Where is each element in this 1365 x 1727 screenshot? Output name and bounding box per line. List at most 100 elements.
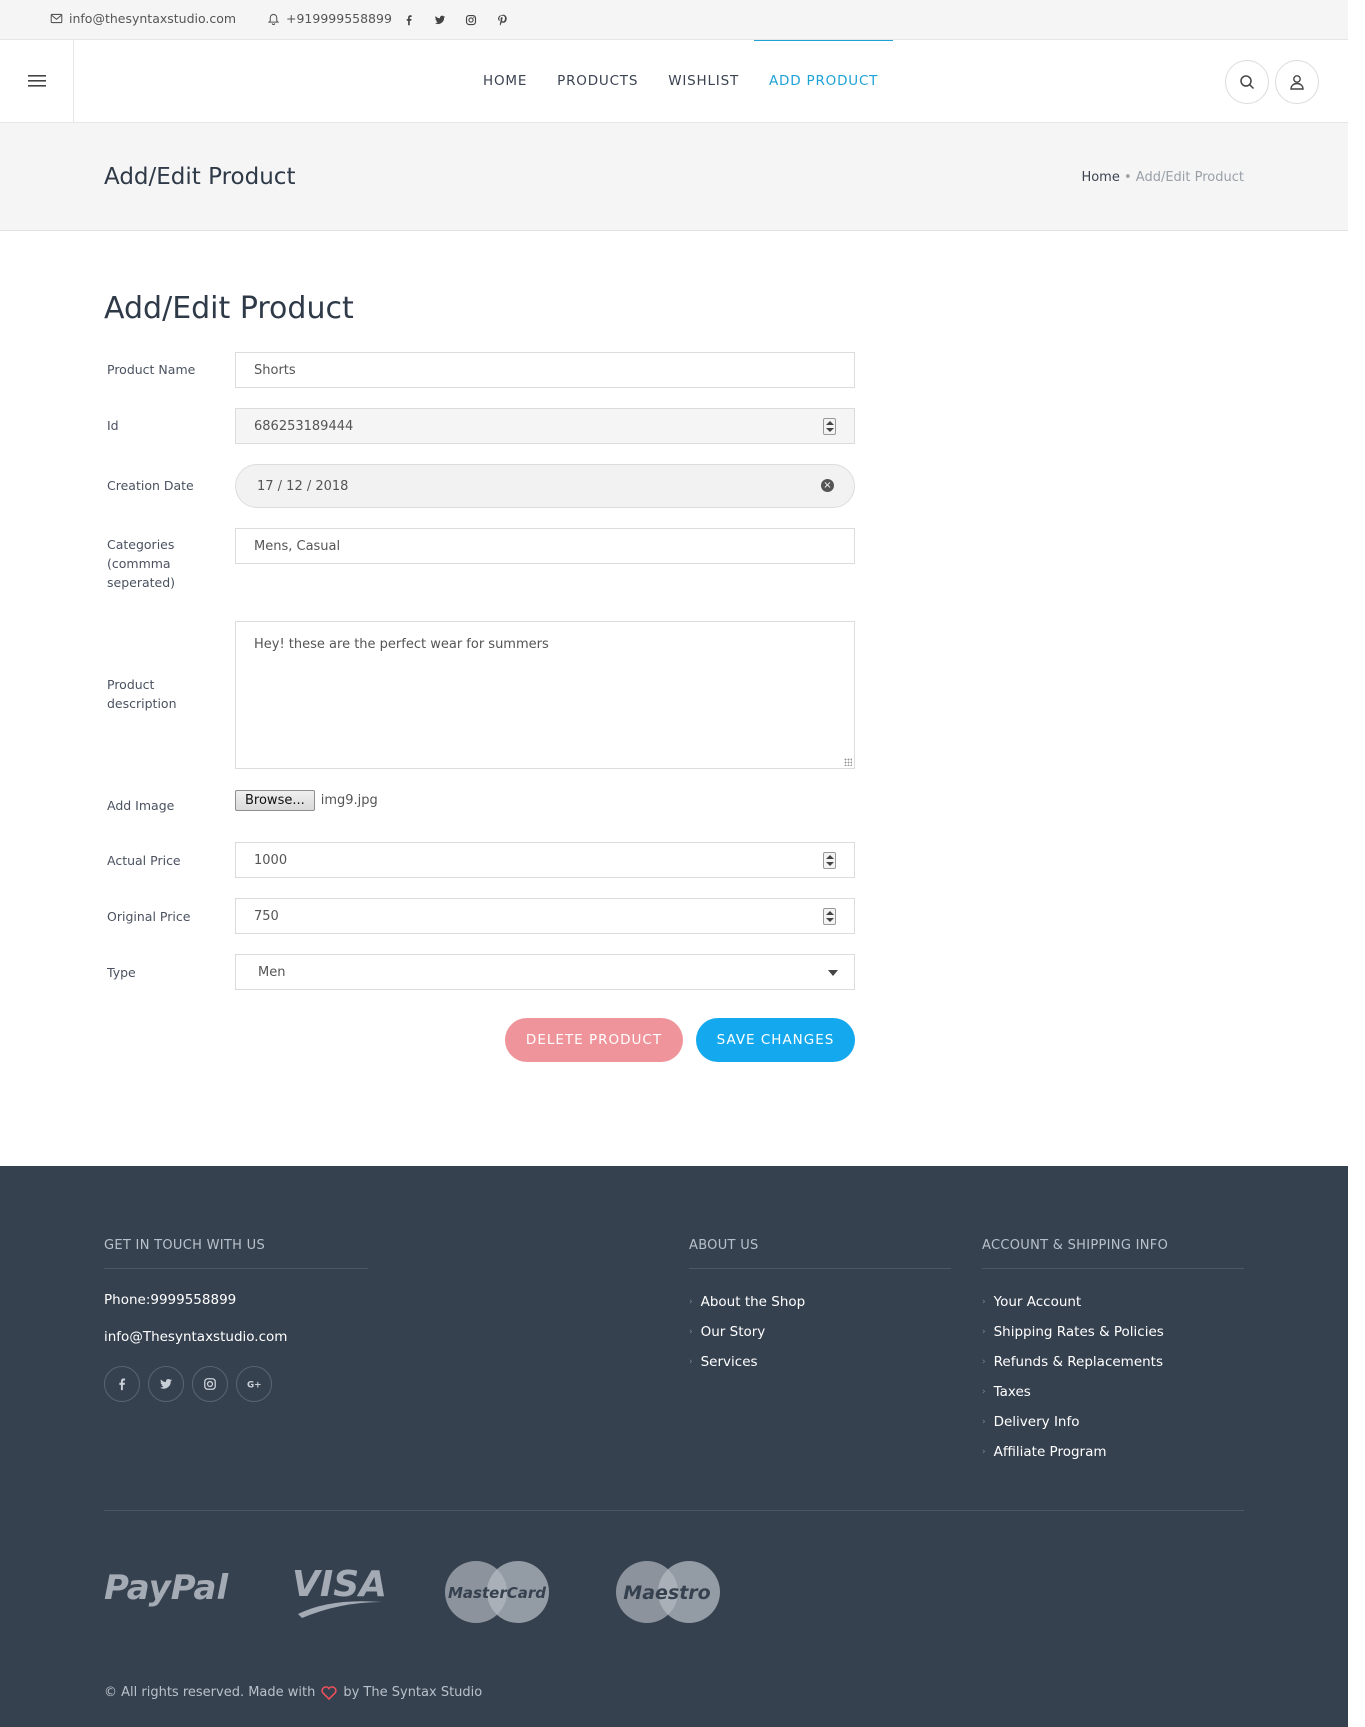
twitter-icon[interactable]: [148, 1366, 184, 1402]
footer-link-affiliate[interactable]: › Affiliate Program: [982, 1444, 1107, 1460]
save-changes-button[interactable]: SAVE CHANGES: [696, 1018, 855, 1062]
footer-link-label: Refunds & Replacements: [993, 1354, 1164, 1370]
footer-about-title: ABOUT US: [689, 1238, 759, 1253]
visa-logo-text: VISA: [292, 1564, 387, 1605]
breadcrumb-home[interactable]: Home: [1081, 170, 1119, 185]
description-textarea[interactable]: Hey! these are the perfect wear for summ…: [235, 621, 855, 769]
instagram-icon[interactable]: [192, 1366, 228, 1402]
creation-date-input[interactable]: 17 / 12 / 2018 ×: [235, 464, 855, 508]
search-button[interactable]: [1225, 60, 1269, 104]
search-icon: [1240, 75, 1255, 90]
pinterest-icon[interactable]: [496, 11, 514, 29]
actual-price-value: 1000: [254, 852, 288, 868]
actual-price-label: Actual Price: [107, 853, 181, 868]
nav-products[interactable]: PRODUCTS: [542, 40, 653, 122]
footer-link-label: Shipping Rates & Policies: [993, 1324, 1164, 1340]
creation-date-value: 17 / 12 / 2018: [257, 478, 349, 494]
topbar-phone[interactable]: +919999558899: [267, 11, 392, 26]
type-select[interactable]: Men: [235, 954, 855, 990]
resize-handle-icon[interactable]: [844, 758, 852, 766]
copyright-suffix: by The Syntax Studio: [343, 1685, 483, 1700]
footer-link-your-account[interactable]: › Your Account: [982, 1294, 1081, 1310]
add-image-label: Add Image: [107, 798, 175, 813]
breadcrumb-current: Add/Edit Product: [1135, 170, 1244, 185]
maestro-logo-text: Maestro: [623, 1582, 710, 1604]
categories-label: Categories (commma seperated): [107, 537, 176, 590]
footer-link-label: Affiliate Program: [993, 1444, 1107, 1460]
page-title: Add/Edit Product: [104, 164, 296, 190]
product-name-input[interactable]: Shorts: [235, 352, 855, 388]
instagram-icon[interactable]: [465, 11, 483, 29]
original-price-spinner[interactable]: [823, 908, 836, 925]
nav-add-product[interactable]: ADD PRODUCT: [754, 40, 894, 122]
facebook-icon[interactable]: [104, 1366, 140, 1402]
hamburger-icon: [27, 75, 46, 87]
form-title: Add/Edit Product: [104, 291, 354, 326]
footer-email[interactable]: info@Thesyntaxstudio.com: [104, 1329, 287, 1345]
footer-link-delivery[interactable]: › Delivery Info: [982, 1414, 1080, 1430]
browse-button[interactable]: Browse...: [235, 790, 315, 811]
account-button[interactable]: [1275, 60, 1319, 104]
footer-link-taxes[interactable]: › Taxes: [982, 1384, 1031, 1400]
description-value: Hey! these are the perfect wear for summ…: [254, 637, 549, 652]
footer-social: G+: [104, 1366, 272, 1402]
topbar-email[interactable]: info@thesyntaxstudio.com: [50, 11, 236, 26]
chevron-right-icon: ›: [982, 1417, 986, 1427]
chevron-right-icon: ›: [982, 1327, 986, 1337]
chevron-right-icon: ›: [982, 1357, 986, 1367]
categories-value: Mens, Casual: [254, 538, 341, 554]
footer-link-shipping[interactable]: › Shipping Rates & Policies: [982, 1324, 1164, 1340]
footer-link-services[interactable]: › Services: [689, 1354, 758, 1370]
footer-link-label: Your Account: [993, 1294, 1082, 1310]
copyright: © All rights reserved. Made with by The …: [104, 1685, 482, 1700]
mail-icon: [50, 13, 63, 24]
footer-link-about-shop[interactable]: › About the Shop: [689, 1294, 805, 1310]
nav-wishlist[interactable]: WISHLIST: [653, 40, 754, 122]
paypal-logo: PayPal: [104, 1568, 229, 1608]
type-label: Type: [107, 965, 136, 980]
id-label: Id: [107, 418, 119, 433]
actual-price-spinner[interactable]: [823, 852, 836, 869]
footer-link-our-story[interactable]: › Our Story: [689, 1324, 765, 1340]
svg-text:G+: G+: [247, 1381, 261, 1391]
footer: GET IN TOUCH WITH US Phone:9999558899 in…: [0, 1166, 1348, 1727]
footer-link-label: Services: [700, 1354, 758, 1370]
google-plus-icon[interactable]: G+: [236, 1366, 272, 1402]
footer-link-label: Our Story: [700, 1324, 766, 1340]
actual-price-input[interactable]: 1000: [235, 842, 855, 878]
clear-icon[interactable]: ×: [821, 479, 834, 492]
chevron-right-icon: ›: [982, 1387, 986, 1397]
id-spinner[interactable]: [823, 418, 836, 435]
topbar-social: [403, 11, 514, 29]
breadcrumb-separator: •: [1123, 170, 1132, 185]
type-value: Men: [258, 964, 286, 980]
delete-product-button[interactable]: DELETE PRODUCT: [505, 1018, 683, 1062]
categories-input[interactable]: Mens, Casual: [235, 528, 855, 564]
menu-button[interactable]: [0, 40, 74, 122]
paypal-logo-text: PayPal: [104, 1568, 229, 1608]
creation-date-label: Creation Date: [107, 478, 194, 493]
nav-home[interactable]: HOME: [468, 40, 542, 122]
chevron-right-icon: ›: [689, 1357, 693, 1367]
footer-link-label: Taxes: [993, 1384, 1031, 1400]
footer-link-label: About the Shop: [700, 1294, 806, 1310]
facebook-icon[interactable]: [403, 11, 421, 29]
mastercard-logo-text: MasterCard: [448, 1584, 546, 1602]
main-header: HOME PRODUCTS WISHLIST ADD PRODUCT: [0, 40, 1348, 123]
mastercard-logo: MasterCard: [445, 1561, 549, 1623]
product-name-label: Product Name: [107, 362, 196, 377]
id-input[interactable]: 686253189444: [235, 408, 855, 444]
twitter-icon[interactable]: [434, 11, 452, 29]
breadcrumb: Home • Add/Edit Product: [1081, 170, 1244, 185]
copyright-prefix: © All rights reserved. Made with: [104, 1685, 316, 1700]
main-nav: HOME PRODUCTS WISHLIST ADD PRODUCT: [468, 40, 894, 122]
image-file-input[interactable]: Browse... img9.jpg: [235, 790, 378, 811]
chevron-right-icon: ›: [982, 1297, 986, 1307]
product-name-value: Shorts: [254, 362, 296, 378]
description-label: Product description: [107, 677, 177, 711]
caret-down-icon: [828, 970, 838, 976]
original-price-input[interactable]: 750: [235, 898, 855, 934]
footer-phone: Phone:9999558899: [104, 1292, 237, 1308]
footer-link-refunds[interactable]: › Refunds & Replacements: [982, 1354, 1163, 1370]
chevron-right-icon: ›: [689, 1327, 693, 1337]
